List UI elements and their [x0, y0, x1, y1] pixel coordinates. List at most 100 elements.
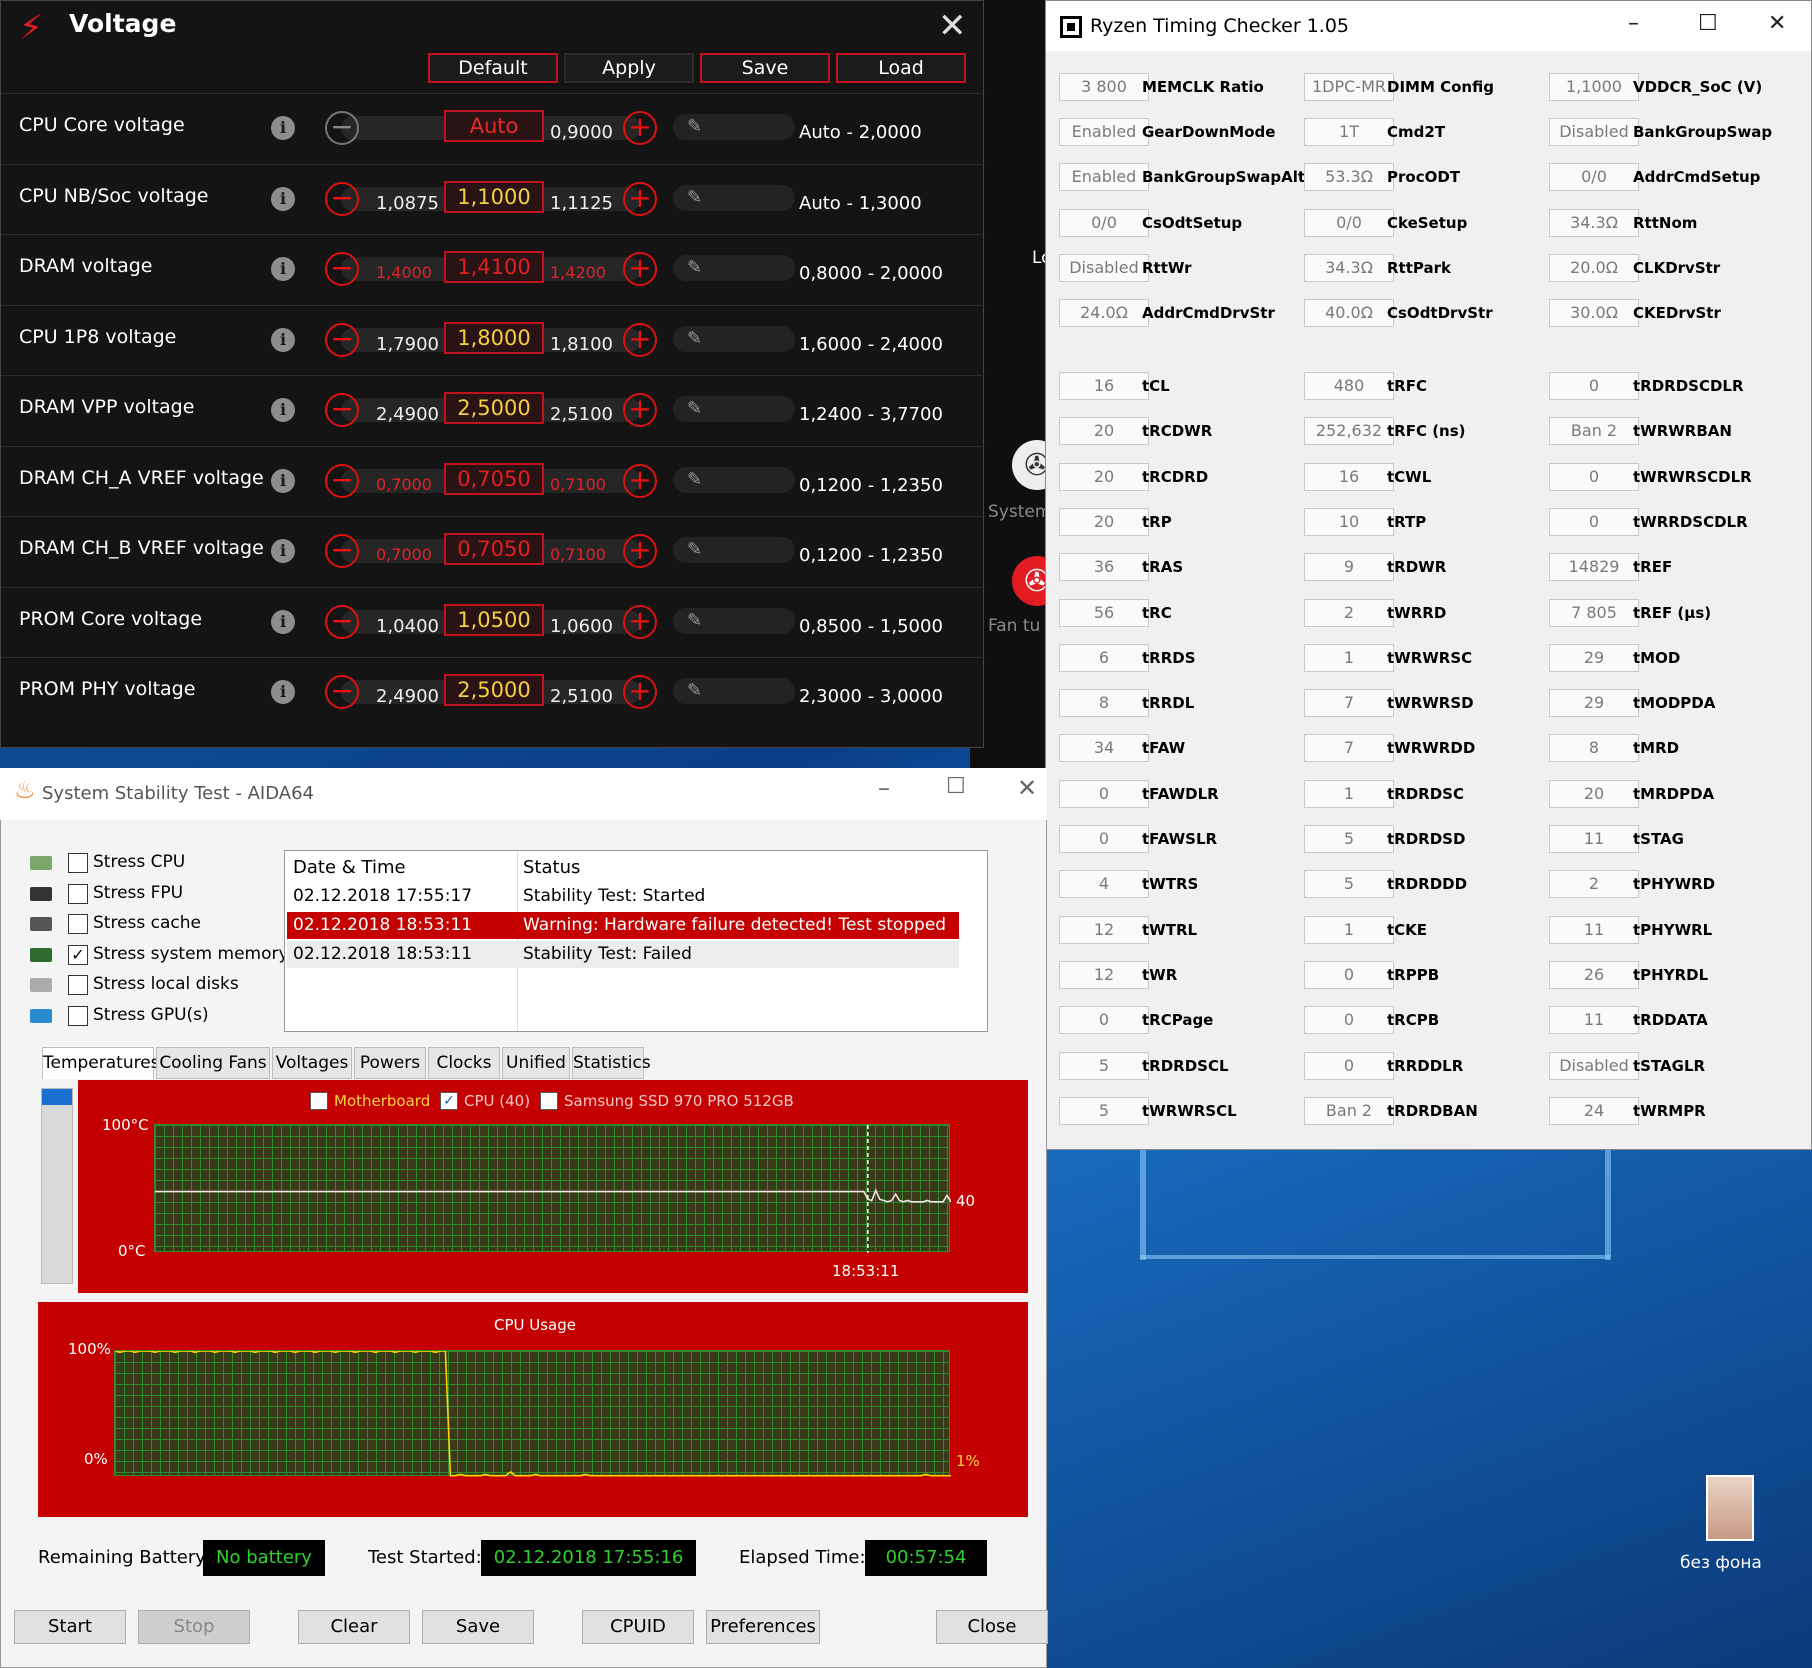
tab-powers[interactable]: Powers — [354, 1047, 426, 1079]
apply-button[interactable]: Apply — [564, 53, 694, 83]
info-icon[interactable]: i — [271, 609, 295, 634]
motherboard-checkbox[interactable] — [310, 1092, 328, 1110]
event-log[interactable]: Date & Time Status 02.12.2018 17:55:17 S… — [284, 850, 988, 1032]
tab-temperatures[interactable]: Temperatures — [42, 1047, 160, 1079]
decrease-icon[interactable]: − — [325, 604, 359, 639]
lower-step-value[interactable]: 1,7900 — [376, 334, 439, 355]
decrease-icon[interactable]: − — [325, 252, 359, 286]
stress-checkbox[interactable] — [68, 914, 88, 934]
stress-label[interactable]: Stress FPU — [93, 883, 183, 903]
lower-step-value[interactable]: 0,7000 — [376, 545, 432, 564]
current-voltage-value[interactable]: Auto — [444, 110, 544, 142]
edit-pencil-icon[interactable]: ✎ — [673, 255, 795, 281]
start-button[interactable]: Start — [14, 1610, 126, 1644]
decrease-icon[interactable]: − — [325, 393, 359, 427]
info-icon[interactable]: i — [271, 257, 295, 281]
current-voltage-value[interactable]: 2,5000 — [444, 392, 544, 424]
default-button[interactable]: Default — [428, 53, 558, 83]
stress-label[interactable]: Stress CPU — [93, 852, 185, 872]
increase-icon[interactable]: + — [623, 252, 657, 286]
chart-scrollbar[interactable] — [41, 1088, 73, 1284]
upper-step-value[interactable]: 2,5100 — [550, 686, 613, 707]
current-voltage-value[interactable]: 2,5000 — [444, 674, 544, 706]
edit-pencil-icon[interactable]: ✎ — [673, 325, 795, 352]
upper-step-value[interactable]: 1,8100 — [550, 334, 613, 355]
lower-step-value[interactable]: 0,7000 — [376, 475, 432, 494]
info-icon[interactable]: i — [271, 680, 295, 704]
increase-icon[interactable]: + — [623, 322, 657, 357]
maximize-icon[interactable]: ☐ — [1698, 11, 1718, 36]
lower-step-value[interactable]: 2,4900 — [376, 686, 439, 707]
cpu-checkbox[interactable]: ✓ — [440, 1092, 458, 1110]
save-button[interactable]: Save — [422, 1610, 534, 1644]
upper-step-value[interactable]: 1,4200 — [550, 263, 606, 282]
close-icon[interactable]: ✕ — [1017, 774, 1037, 802]
lower-step-value[interactable]: 1,0400 — [376, 616, 439, 637]
maximize-icon[interactable]: ☐ — [946, 774, 966, 799]
stress-label[interactable]: Stress cache — [93, 913, 201, 933]
log-row[interactable]: 02.12.2018 17:55:17 Stability Test: Star… — [287, 883, 959, 910]
stop-button[interactable]: Stop — [138, 1610, 250, 1644]
tab-unified[interactable]: Unified — [502, 1047, 570, 1079]
upper-step-value[interactable]: 1,0600 — [550, 616, 613, 637]
stress-checkbox[interactable] — [68, 975, 88, 995]
edit-pencil-icon[interactable]: ✎ — [673, 537, 795, 563]
decrease-icon[interactable]: − — [325, 322, 359, 357]
decrease-icon[interactable]: − — [325, 111, 359, 145]
current-voltage-value[interactable]: 1,4100 — [444, 251, 544, 283]
scroll-thumb[interactable] — [42, 1089, 72, 1105]
stress-checkbox[interactable] — [68, 1005, 88, 1026]
close-icon[interactable]: ✕ — [938, 9, 967, 43]
tab-clocks[interactable]: Clocks — [428, 1047, 500, 1079]
edit-pencil-icon[interactable]: ✎ — [673, 607, 795, 634]
edit-pencil-icon[interactable]: ✎ — [673, 678, 795, 704]
edit-pencil-icon[interactable]: ✎ — [673, 396, 795, 422]
ssd-checkbox[interactable] — [540, 1092, 558, 1110]
current-voltage-value[interactable]: 1,8000 — [444, 321, 544, 354]
log-row[interactable]: 02.12.2018 18:53:11 Warning: Hardware fa… — [287, 912, 959, 939]
preferences-button[interactable]: Preferences — [706, 1610, 820, 1644]
cpuid-button[interactable]: CPUID — [582, 1610, 694, 1644]
stress-checkbox[interactable] — [68, 883, 88, 904]
decrease-icon[interactable]: − — [325, 181, 359, 216]
minimize-icon[interactable]: – — [1628, 11, 1639, 36]
edit-pencil-icon[interactable]: ✎ — [673, 114, 795, 140]
edit-pencil-icon[interactable]: ✎ — [673, 466, 795, 493]
load-button[interactable]: Load — [836, 53, 966, 83]
stress-label[interactable]: Stress GPU(s) — [93, 1005, 209, 1025]
info-icon[interactable]: i — [271, 398, 295, 422]
increase-icon[interactable]: + — [623, 675, 657, 709]
decrease-icon[interactable]: − — [325, 675, 359, 709]
lower-step-value[interactable]: 1,0875 — [376, 193, 439, 214]
lower-step-value[interactable]: 2,4900 — [376, 404, 439, 425]
increase-icon[interactable]: + — [623, 534, 657, 568]
info-icon[interactable]: i — [271, 186, 295, 211]
current-voltage-value[interactable]: 1,1000 — [444, 180, 544, 213]
current-voltage-value[interactable]: 0,7050 — [444, 533, 544, 565]
current-voltage-value[interactable]: 0,7050 — [444, 462, 544, 495]
close-icon[interactable]: ✕ — [1768, 11, 1786, 36]
minimize-icon[interactable]: – — [878, 774, 890, 802]
close-button[interactable]: Close — [936, 1610, 1048, 1644]
desktop-file-icon[interactable] — [1706, 1475, 1754, 1541]
decrease-icon[interactable]: − — [325, 463, 359, 498]
edit-pencil-icon[interactable]: ✎ — [673, 184, 795, 211]
stress-checkbox[interactable]: ✓ — [68, 944, 88, 965]
clear-button[interactable]: Clear — [298, 1610, 410, 1644]
save-button[interactable]: Save — [700, 53, 830, 83]
tab-cooling-fans[interactable]: Cooling Fans — [156, 1047, 270, 1079]
stress-label[interactable]: Stress local disks — [93, 974, 239, 994]
decrease-icon[interactable]: − — [325, 534, 359, 568]
stress-label[interactable]: Stress system memory — [93, 944, 289, 964]
upper-step-value[interactable]: 1,1125 — [550, 193, 613, 214]
increase-icon[interactable]: + — [623, 463, 657, 498]
info-icon[interactable]: i — [271, 539, 295, 563]
info-icon[interactable]: i — [271, 116, 295, 140]
current-voltage-value[interactable]: 1,0500 — [444, 603, 544, 636]
upper-step-value[interactable]: 0,7100 — [550, 475, 606, 494]
increase-icon[interactable]: + — [623, 181, 657, 216]
increase-icon[interactable]: + — [623, 111, 657, 145]
increase-icon[interactable]: + — [623, 393, 657, 427]
increase-icon[interactable]: + — [623, 604, 657, 639]
upper-step-value[interactable]: 0,7100 — [550, 545, 606, 564]
